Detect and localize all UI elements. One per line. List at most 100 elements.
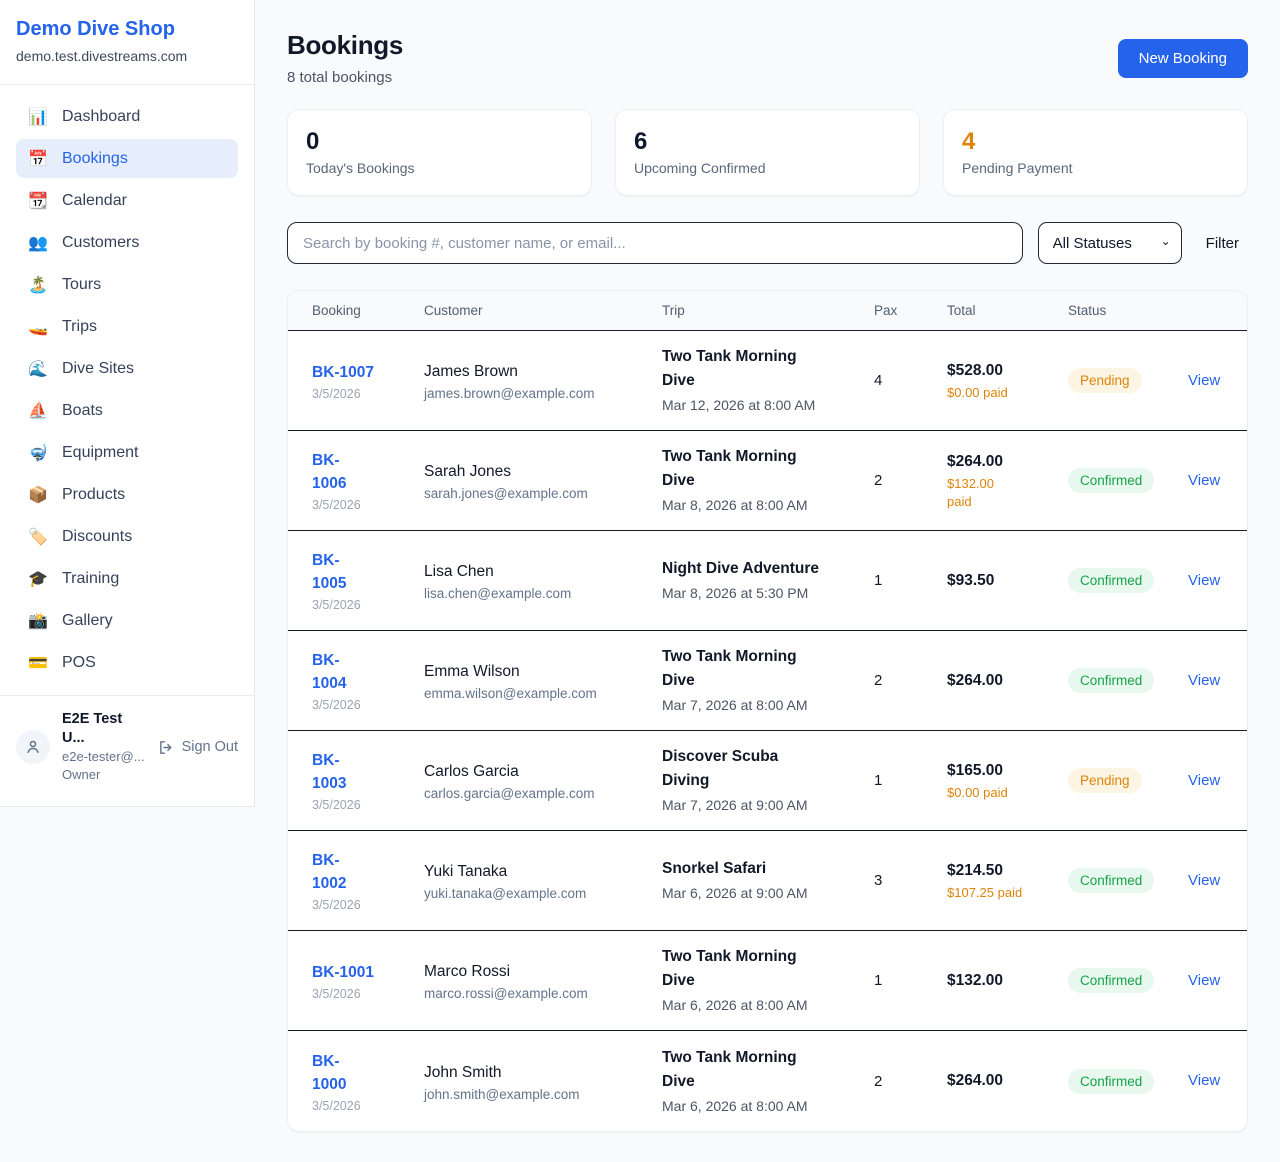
status-badge: Confirmed [1068, 668, 1154, 693]
status-badge: Confirmed [1068, 968, 1154, 993]
view-link[interactable]: View [1188, 972, 1220, 989]
booking-id-link[interactable]: BK-1006 [312, 449, 346, 495]
sign-out-button[interactable]: Sign Out [158, 739, 238, 756]
booking-date: 3/5/2026 [312, 598, 424, 612]
total-cell: $132.00 [947, 970, 1068, 992]
booking-id-link[interactable]: BK-1005 [312, 549, 346, 595]
sidebar-item-pos[interactable]: 💳POS [16, 643, 238, 682]
sidebar-item-calendar[interactable]: 📆Calendar [16, 181, 238, 220]
customer-name: James Brown [424, 360, 662, 383]
view-cell: View [1188, 372, 1223, 390]
trip-cell: Night Dive AdventureMar 8, 2026 at 5:30 … [662, 557, 874, 604]
view-link[interactable]: View [1188, 872, 1220, 889]
customer-email: carlos.garcia@example.com [424, 786, 662, 801]
view-link[interactable]: View [1188, 1072, 1220, 1089]
total-amount: $264.00 [947, 670, 1068, 692]
booking-id-link[interactable]: BK-1000 [312, 1050, 346, 1096]
trip-cell: Snorkel SafariMar 6, 2026 at 9:00 AM [662, 857, 874, 904]
sidebar-item-dive-sites[interactable]: 🌊Dive Sites [16, 349, 238, 388]
main-content: Bookings 8 total bookings New Booking 0 … [255, 0, 1280, 1132]
new-booking-button[interactable]: New Booking [1118, 39, 1248, 78]
total-cell: $165.00$0.00 paid [947, 760, 1068, 802]
view-cell: View [1188, 1072, 1223, 1090]
view-cell: View [1188, 772, 1223, 790]
trip-cell: Two Tank MorningDiveMar 7, 2026 at 8:00 … [662, 645, 874, 716]
avatar [16, 730, 50, 764]
total-amount: $93.50 [947, 570, 1068, 592]
status-cell: Confirmed [1068, 968, 1188, 993]
camera-icon: 📸 [28, 611, 48, 630]
sidebar-item-tours[interactable]: 🏝️Tours [16, 265, 238, 304]
status-cell: Pending [1068, 368, 1188, 393]
sidebar-item-discounts[interactable]: 🏷️Discounts [16, 517, 238, 556]
customer-name: Yuki Tanaka [424, 860, 662, 883]
booking-id-link[interactable]: BK-1007 [312, 361, 374, 384]
table-row: BK-10023/5/2026Yuki Tanakayuki.tanaka@ex… [288, 831, 1247, 931]
booking-id-link[interactable]: BK-1001 [312, 961, 374, 984]
booking-cell: BK-10063/5/2026 [312, 449, 424, 512]
booking-cell: BK-10023/5/2026 [312, 849, 424, 912]
trip-name: Two Tank MorningDive [662, 645, 874, 693]
sidebar-item-training[interactable]: 🎓Training [16, 559, 238, 598]
view-link[interactable]: View [1188, 772, 1220, 789]
sidebar-item-label: Training [62, 570, 119, 588]
booking-date: 3/5/2026 [312, 987, 424, 1001]
total-amount: $132.00 [947, 970, 1068, 992]
view-cell: View [1188, 872, 1223, 890]
sidebar-item-bookings[interactable]: 📅Bookings [16, 139, 238, 178]
filter-controls: All Statuses ⌄ Filter [287, 222, 1248, 264]
status-cell: Confirmed [1068, 568, 1188, 593]
view-link[interactable]: View [1188, 472, 1220, 489]
paid-amount: $107.25 paid [947, 884, 1068, 902]
stat-card-todays-bookings: 0 Today's Bookings [287, 109, 592, 196]
customer-email: marco.rossi@example.com [424, 986, 662, 1001]
pax-count: 4 [874, 372, 947, 389]
filter-button[interactable]: Filter [1197, 235, 1248, 252]
sidebar-item-products[interactable]: 📦Products [16, 475, 238, 514]
sidebar-item-boats[interactable]: ⛵Boats [16, 391, 238, 430]
customer-name: Emma Wilson [424, 660, 662, 683]
pax-count: 3 [874, 872, 947, 889]
sidebar-item-label: POS [62, 654, 96, 672]
table-body: BK-10073/5/2026James Brownjames.brown@ex… [288, 331, 1247, 1131]
stat-label: Pending Payment [962, 160, 1229, 176]
total-cell: $264.00$132.00paid [947, 451, 1068, 511]
trip-cell: Discover ScubaDivingMar 7, 2026 at 9:00 … [662, 745, 874, 816]
status-filter-select[interactable]: All Statuses [1038, 222, 1182, 264]
sign-out-label: Sign Out [182, 739, 238, 755]
sidebar-item-equipment[interactable]: 🤿Equipment [16, 433, 238, 472]
sidebar: Demo Dive Shop demo.test.divestreams.com… [0, 0, 255, 807]
column-header-total: Total [947, 303, 1068, 318]
status-badge: Confirmed [1068, 568, 1154, 593]
table-header-row: Booking Customer Trip Pax Total Status [288, 291, 1247, 331]
view-link[interactable]: View [1188, 572, 1220, 589]
stat-value: 4 [962, 127, 1229, 157]
sailboat-icon: ⛵ [28, 401, 48, 420]
trip-name: Discover ScubaDiving [662, 745, 874, 793]
trip-datetime: Mar 6, 2026 at 9:00 AM [662, 883, 874, 904]
booking-cell: BK-10073/5/2026 [312, 361, 424, 401]
view-link[interactable]: View [1188, 372, 1220, 389]
table-row: BK-10043/5/2026Emma Wilsonemma.wilson@ex… [288, 631, 1247, 731]
booking-id-link[interactable]: BK-1004 [312, 649, 346, 695]
trip-datetime: Mar 6, 2026 at 8:00 AM [662, 1096, 874, 1117]
sidebar-item-customers[interactable]: 👥Customers [16, 223, 238, 262]
total-amount: $264.00 [947, 1070, 1068, 1092]
trip-datetime: Mar 12, 2026 at 8:00 AM [662, 395, 874, 416]
trip-datetime: Mar 7, 2026 at 8:00 AM [662, 695, 874, 716]
sidebar-item-trips[interactable]: 🚤Trips [16, 307, 238, 346]
search-input[interactable] [287, 222, 1023, 264]
status-badge: Pending [1068, 768, 1142, 793]
sidebar-item-label: Dive Sites [62, 360, 134, 378]
customer-email: emma.wilson@example.com [424, 686, 662, 701]
logout-icon [158, 739, 175, 756]
trip-cell: Two Tank MorningDiveMar 6, 2026 at 8:00 … [662, 945, 874, 1016]
booking-id-link[interactable]: BK-1003 [312, 749, 346, 795]
sidebar-item-dashboard[interactable]: 📊Dashboard [16, 97, 238, 136]
table-row: BK-10053/5/2026Lisa Chenlisa.chen@exampl… [288, 531, 1247, 631]
sidebar-item-gallery[interactable]: 📸Gallery [16, 601, 238, 640]
view-link[interactable]: View [1188, 672, 1220, 689]
view-cell: View [1188, 572, 1223, 590]
pax-count: 1 [874, 772, 947, 789]
booking-id-link[interactable]: BK-1002 [312, 849, 346, 895]
